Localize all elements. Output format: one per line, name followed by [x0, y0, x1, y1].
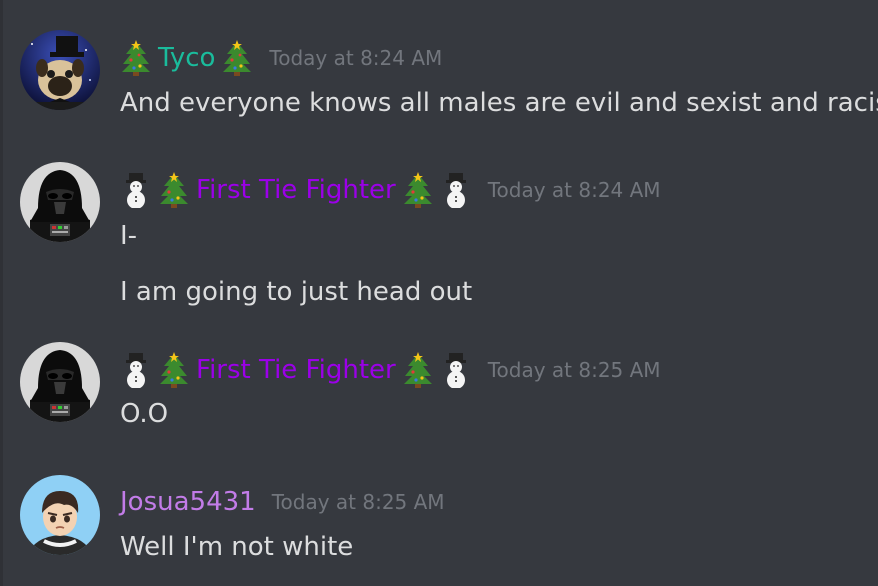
christmas-tree-icon	[158, 352, 190, 388]
message-author[interactable]: First Tie Fighter	[196, 352, 396, 388]
christmas-tree-icon	[120, 40, 152, 76]
message-group: First Tie Fighter	[0, 320, 878, 450]
snowman-icon	[120, 172, 152, 208]
snowman-icon	[440, 352, 472, 388]
snowman-icon	[120, 352, 152, 388]
message-group: Tyco Today at 8:24 AM And everyone knows…	[0, 0, 878, 140]
message-content: O.O	[120, 399, 169, 429]
message-author[interactable]: Tyco	[158, 40, 215, 76]
darth-vader-avatar[interactable]	[20, 162, 100, 242]
message-timestamp[interactable]: Today at 8:25 AM	[272, 484, 445, 520]
christmas-tree-icon	[158, 172, 190, 208]
message-content: Well I'm not white	[120, 532, 354, 562]
message-author[interactable]: First Tie Fighter	[196, 172, 396, 208]
message-group: First Tie Fighter	[0, 140, 878, 320]
message-content: I am going to just head out	[120, 277, 473, 307]
christmas-tree-icon	[221, 40, 253, 76]
chat-message-list: Tyco Today at 8:24 AM And everyone knows…	[0, 0, 878, 586]
message-group: Josua5431 Today at 8:25 AM Well I'm not …	[0, 450, 878, 586]
darth-vader-avatar[interactable]	[20, 342, 100, 422]
message-timestamp[interactable]: Today at 8:24 AM	[488, 172, 661, 208]
message-timestamp[interactable]: Today at 8:25 AM	[488, 352, 661, 388]
snowman-icon	[440, 172, 472, 208]
message-content: And everyone knows all males are evil an…	[120, 88, 878, 118]
cartoon-boy-headphones-avatar[interactable]	[20, 475, 100, 555]
pug-top-hat-avatar[interactable]	[20, 30, 100, 110]
message-content: I-	[120, 221, 138, 251]
christmas-tree-icon	[402, 352, 434, 388]
christmas-tree-icon	[402, 172, 434, 208]
message-timestamp[interactable]: Today at 8:24 AM	[269, 40, 442, 76]
message-author[interactable]: Josua5431	[120, 484, 256, 520]
